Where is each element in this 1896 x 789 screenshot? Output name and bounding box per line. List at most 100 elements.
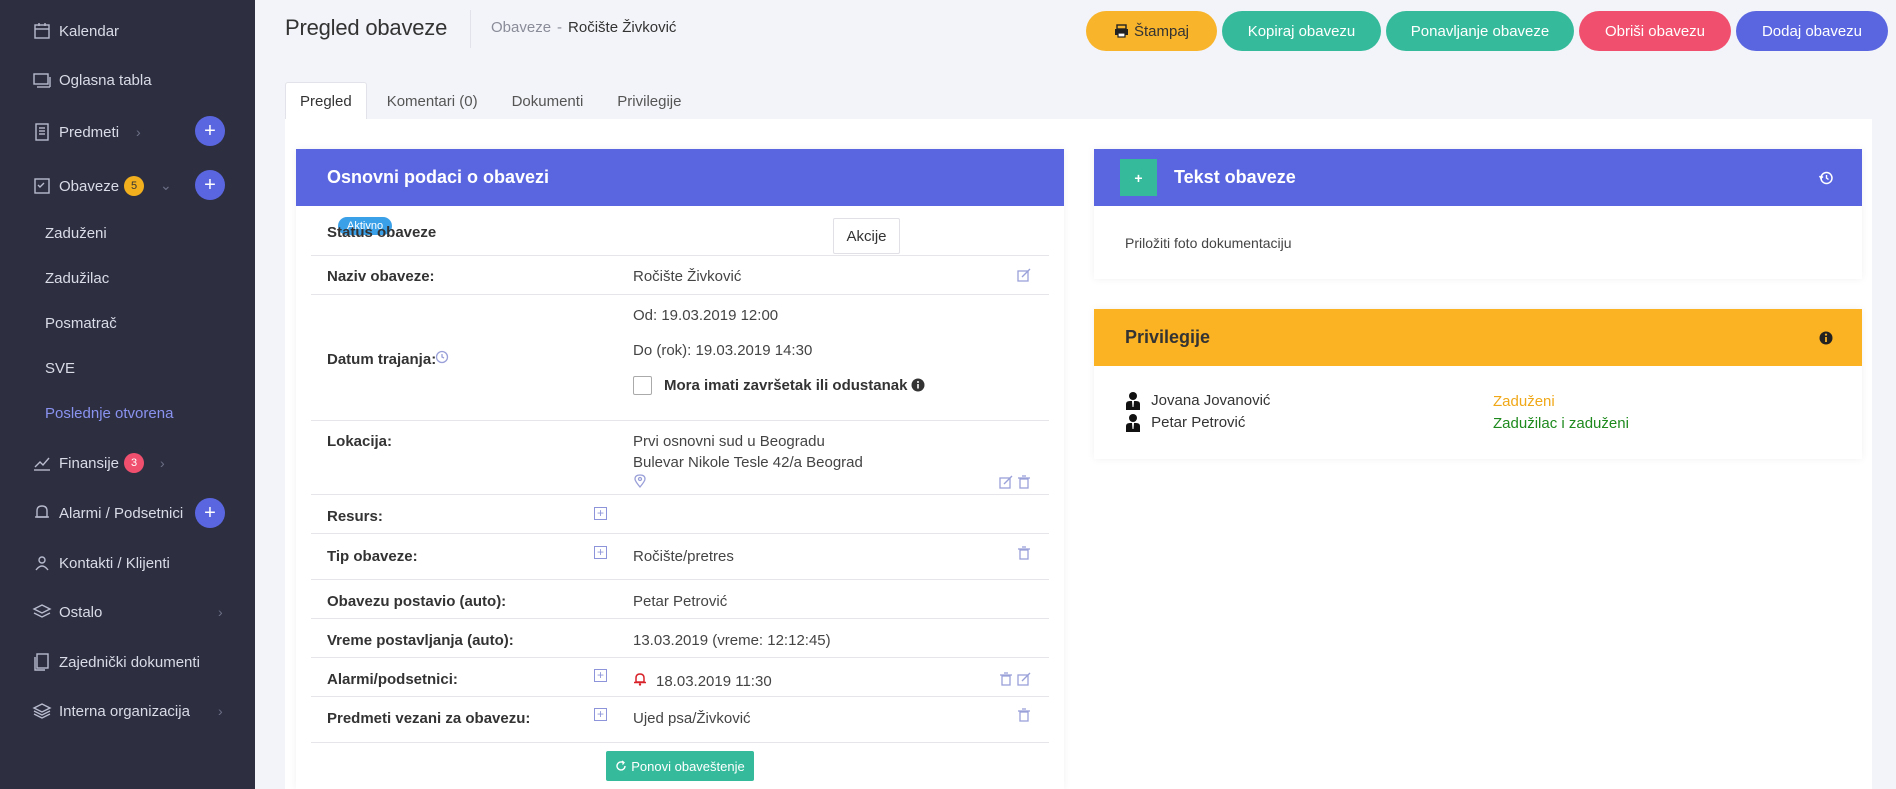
trash-icon[interactable] (999, 672, 1013, 686)
tab-privilegije[interactable]: Privilegije (597, 82, 695, 120)
tasks-icon (30, 174, 54, 198)
must-complete-checkbox[interactable] (633, 376, 652, 395)
chevron-right-icon[interactable]: › (136, 124, 141, 140)
print-button[interactable]: Štampaj (1086, 11, 1217, 51)
sidebar-item-ostalo[interactable]: Ostalo (30, 597, 102, 627)
map-pin-icon[interactable] (633, 474, 647, 489)
privilege-user-name: Petar Petrović (1151, 413, 1246, 431)
location-label: Lokacija: (327, 433, 393, 450)
sidebar-item-label: Predmeti (59, 123, 120, 141)
tab-pregled[interactable]: Pregled (285, 82, 367, 120)
chevron-right-icon[interactable]: › (218, 604, 223, 620)
add-alarm-icon[interactable]: + (594, 669, 607, 682)
tab-komentari[interactable]: Komentari (0) (367, 82, 492, 120)
privileges-card: Privilegije Jovana Jovanović Zaduženi Pe… (1094, 309, 1862, 459)
sidebar-item-oglasna-tabla[interactable]: Oglasna tabla (30, 65, 152, 95)
info-icon[interactable] (911, 378, 925, 392)
add-obaveza-button[interactable]: + (195, 170, 225, 200)
sidebar-item-label: Ostalo (59, 603, 103, 621)
chevron-right-icon[interactable]: › (160, 455, 165, 471)
created-time-label: Vreme postavljanja (auto): (327, 632, 514, 649)
delete-task-button[interactable]: Obriši obavezu (1579, 11, 1731, 51)
must-complete-label: Mora imati završetak ili odustanak (664, 377, 908, 394)
copy-task-label: Kopiraj obavezu (1247, 22, 1356, 40)
copy-task-button[interactable]: Kopiraj obavezu (1222, 11, 1381, 51)
org-icon (30, 699, 54, 723)
row-type: Tip obaveze: + Ročište/pretres (311, 534, 1049, 580)
created-by-value: Petar Petrović (633, 593, 728, 610)
privilege-role: Zaduženi (1493, 393, 1555, 410)
task-text-body: Priložiti foto dokumentaciju (1125, 235, 1292, 251)
page-title: Pregled obaveze (285, 15, 448, 40)
tab-dokumenti[interactable]: Dokumenti (492, 82, 598, 120)
sidebar-item-kontakti[interactable]: Kontakti / Klijenti (30, 548, 170, 578)
chart-icon (30, 451, 54, 475)
add-case-icon[interactable]: + (594, 708, 607, 721)
sidebar-item-label: Zajednički dokumenti (59, 653, 200, 671)
task-text-header: + Tekst obaveze (1094, 149, 1862, 206)
breadcrumb-parent[interactable]: Obaveze (491, 19, 551, 36)
resource-label: Resurs: (327, 508, 383, 525)
sidebar-sub-poslednje-otvorena[interactable]: Poslednje otvorena (45, 405, 173, 422)
sidebar-sub-zaduzilac[interactable]: Zadužilac (45, 270, 109, 287)
sidebar-item-interna-organizacija[interactable]: Interna organizacija (30, 696, 190, 726)
sidebar-item-finansije[interactable]: Finansije 3 (30, 448, 145, 478)
sidebar-item-obaveze[interactable]: Obaveze 5 (30, 171, 145, 201)
row-status: Status obaveze (311, 206, 1049, 256)
sidebar-item-label: Obaveze (59, 177, 120, 195)
info-icon[interactable] (1818, 330, 1834, 346)
board-icon (30, 68, 54, 92)
repeat-task-button[interactable]: Ponavljanje obaveze (1386, 11, 1574, 51)
alarm-value: 18.03.2019 11:30 (656, 673, 772, 690)
created-time-value: 13.03.2019 (vreme: 12:12:45) (633, 632, 831, 649)
sidebar-item-label: Kalendar (59, 22, 120, 40)
print-button-label: Štampaj (1133, 22, 1190, 40)
sidebar-sub-posmatrac[interactable]: Posmatrač (45, 315, 117, 332)
chevron-right-icon[interactable]: › (218, 703, 223, 719)
add-type-icon[interactable]: + (594, 546, 607, 559)
breadcrumb-current: Ročište Živković (568, 19, 677, 36)
type-value: Ročište/pretres (633, 548, 734, 565)
trash-icon[interactable] (1017, 546, 1031, 560)
sidebar-item-predmeti[interactable]: Predmeti (30, 117, 119, 147)
row-created-time: Vreme postavljanja (auto): 13.03.2019 (v… (311, 619, 1049, 658)
edit-icon[interactable] (1017, 672, 1031, 686)
add-text-button[interactable]: + (1120, 159, 1157, 196)
obaveze-count-badge: 5 (124, 176, 145, 196)
resend-label: Ponovi obaveštenje (631, 758, 745, 774)
history-icon[interactable] (1818, 170, 1834, 186)
sidebar-item-label: Finansije (59, 454, 120, 472)
sidebar-item-zajednicki-dokumenti[interactable]: Zajednički dokumenti (30, 647, 200, 677)
edit-icon[interactable] (999, 475, 1013, 489)
created-by-label: Obavezu postavio (auto): (327, 593, 507, 610)
sidebar-sub-zaduzeni[interactable]: Zaduženi (45, 225, 107, 242)
add-alarm-button[interactable]: + (195, 498, 225, 528)
add-resource-icon[interactable]: + (594, 507, 607, 520)
breadcrumb-separator: - (557, 19, 563, 36)
privilege-user-name: Jovana Jovanović (1151, 391, 1271, 409)
chevron-down-icon[interactable]: ⌄ (160, 177, 172, 194)
resend-notification-button[interactable]: Ponovi obaveštenje (606, 751, 754, 781)
location-link[interactable]: Prvi osnovni sud u Beogradu (633, 433, 825, 450)
refresh-icon (616, 760, 626, 771)
person-icon (1126, 414, 1140, 432)
case-link[interactable]: Ujed psa/Živković (633, 710, 751, 727)
calendar-icon (30, 19, 54, 43)
privileges-header: Privilegije (1094, 309, 1862, 366)
edit-icon[interactable] (1017, 268, 1031, 282)
add-predmet-button[interactable]: + (195, 116, 225, 146)
duration-label: Datum trajanja: (327, 351, 437, 368)
repeat-task-label: Ponavljanje obaveze (1410, 22, 1550, 40)
alarms-label: Alarmi/podsetnici: (327, 671, 458, 688)
bell-icon (30, 501, 54, 525)
trash-icon[interactable] (1017, 708, 1031, 722)
history-icon[interactable] (435, 350, 449, 364)
basic-info-header: Osnovni podaci o obavezi (296, 149, 1064, 206)
sidebar-item-alarmi[interactable]: Alarmi / Podsetnici (30, 498, 183, 528)
task-text-card: + Tekst obaveze Priložiti foto dokumenta… (1094, 149, 1862, 279)
sidebar-item-kalendar[interactable]: Kalendar (30, 16, 119, 46)
sidebar-sub-sve[interactable]: SVE (45, 360, 75, 377)
trash-icon[interactable] (1017, 475, 1031, 489)
add-task-button[interactable]: Dodaj obavezu (1736, 11, 1888, 51)
shared-docs-icon (30, 650, 54, 674)
